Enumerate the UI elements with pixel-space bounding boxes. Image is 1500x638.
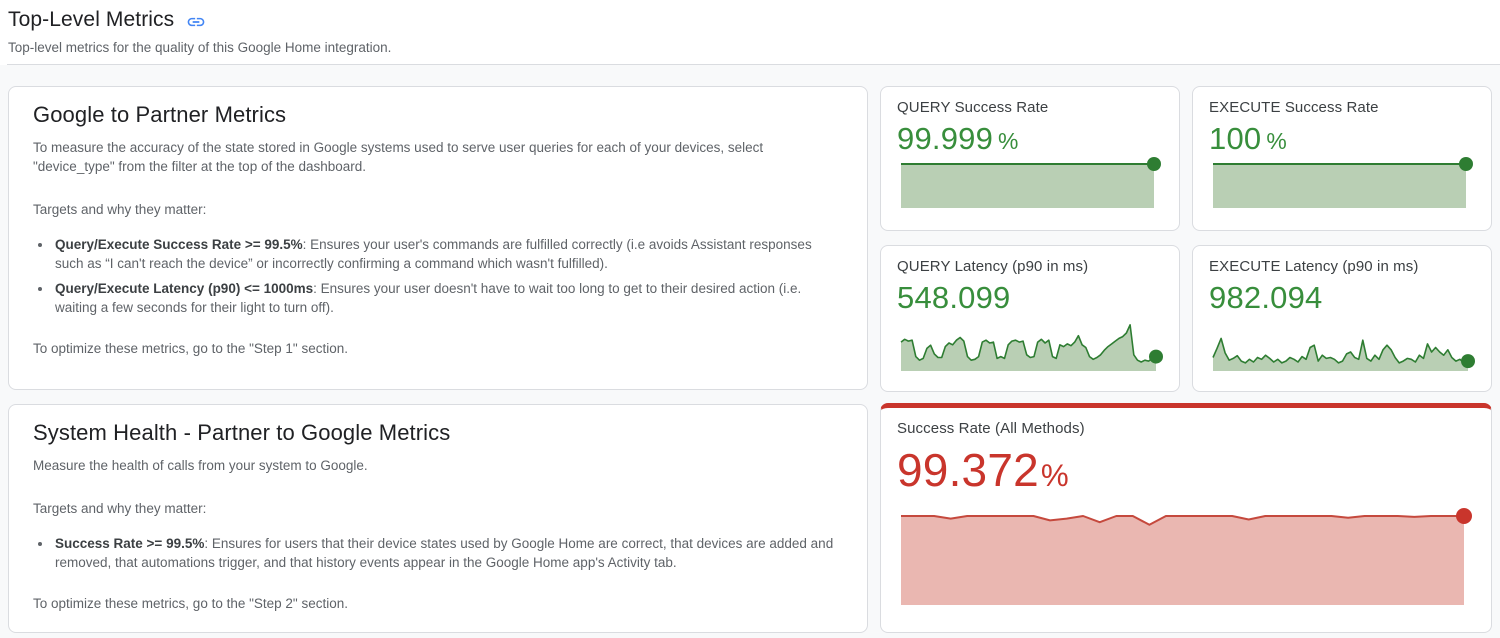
google-to-partner-card: Google to Partner Metrics To measure the… xyxy=(8,86,868,390)
optimize-note: To optimize these metrics, go to the "St… xyxy=(33,594,841,613)
targets-label: Targets and why they matter: xyxy=(33,499,841,518)
metric-title: Success Rate (All Methods) xyxy=(897,420,1475,437)
execute-latency-card[interactable]: EXECUTE Latency (p90 in ms) 982.094 xyxy=(1192,245,1492,392)
targets-list: Query/Execute Success Rate >= 99.5%: Ens… xyxy=(33,235,841,317)
metric-title: EXECUTE Latency (p90 in ms) xyxy=(1209,258,1475,275)
metric-value: 100% xyxy=(1209,121,1475,157)
metric-unit: % xyxy=(1041,458,1069,493)
system-health-card: System Health - Partner to Google Metric… xyxy=(8,404,868,633)
metric-value: 548.099 xyxy=(897,280,1163,316)
success-rate-all-methods-sparkline xyxy=(901,515,1467,605)
query-latency-sparkline xyxy=(901,324,1159,371)
metrics-dashboard: Top-Level Metrics Top-level metrics for … xyxy=(0,0,1500,638)
metric-unit: % xyxy=(998,128,1019,154)
targets-list: Success Rate >= 99.5%: Ensures for users… xyxy=(33,534,841,572)
query-success-rate-card[interactable]: QUERY Success Rate 99.999% xyxy=(880,86,1180,231)
system-health-intro: Measure the health of calls from your sy… xyxy=(33,456,841,475)
execute-latency-sparkline xyxy=(1213,324,1471,371)
metric-unit: % xyxy=(1266,128,1287,154)
optimize-note: To optimize these metrics, go to the "St… xyxy=(33,339,841,358)
success-rate-all-methods-card[interactable]: Success Rate (All Methods) 99.372% xyxy=(880,403,1492,633)
list-item: Success Rate >= 99.5%: Ensures for users… xyxy=(53,534,841,572)
page-subtitle: Top-level metrics for the quality of thi… xyxy=(0,32,1500,55)
execute-success-rate-sparkline xyxy=(1213,163,1469,208)
list-item: Query/Execute Latency (p90) <= 1000ms: E… xyxy=(53,279,841,317)
google-to-partner-title: Google to Partner Metrics xyxy=(33,105,841,124)
system-health-title: System Health - Partner to Google Metric… xyxy=(33,423,841,442)
execute-success-rate-card[interactable]: EXECUTE Success Rate 100% xyxy=(1192,86,1492,231)
query-success-rate-sparkline xyxy=(901,163,1157,208)
metric-value: 982.094 xyxy=(1209,280,1475,316)
metric-title: EXECUTE Success Rate xyxy=(1209,99,1475,116)
google-to-partner-intro: To measure the accuracy of the state sto… xyxy=(33,138,841,176)
targets-label: Targets and why they matter: xyxy=(33,200,841,219)
list-item: Query/Execute Success Rate >= 99.5%: Ens… xyxy=(53,235,841,273)
metric-value: 99.999% xyxy=(897,121,1163,157)
query-latency-card[interactable]: QUERY Latency (p90 in ms) 548.099 xyxy=(880,245,1180,392)
metric-title: QUERY Success Rate xyxy=(897,99,1163,116)
anchor-link-icon[interactable] xyxy=(186,12,206,32)
page-title: Top-Level Metrics xyxy=(8,8,174,32)
metric-value: 99.372% xyxy=(897,443,1475,497)
page-header: Top-Level Metrics Top-level metrics for … xyxy=(0,0,1500,64)
metric-title: QUERY Latency (p90 in ms) xyxy=(897,258,1163,275)
